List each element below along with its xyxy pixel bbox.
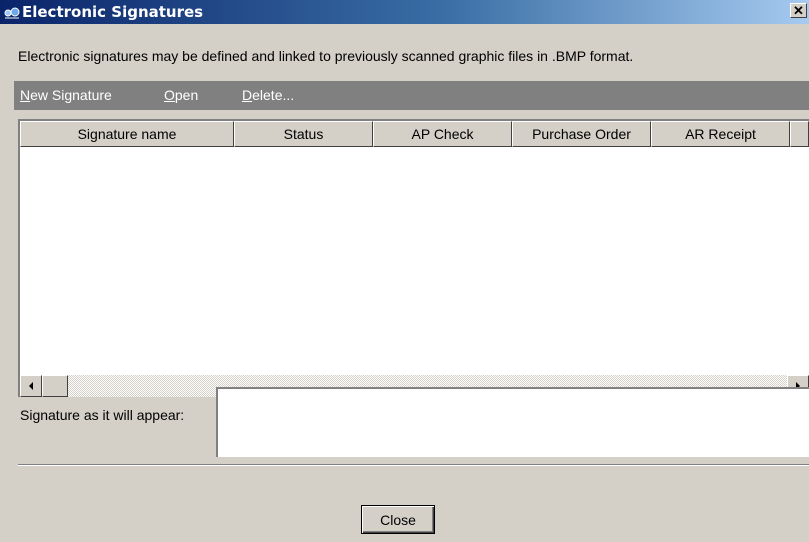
column-header-purchase-order[interactable]: Purchase Order bbox=[512, 121, 651, 147]
toolbar-menu: New Signature Open Delete... bbox=[14, 81, 809, 110]
title-bar: Electronic Signatures ✕ bbox=[0, 0, 809, 24]
column-header-ar-receipt[interactable]: AR Receipt bbox=[651, 121, 790, 147]
scroll-left-button[interactable] bbox=[20, 375, 42, 397]
separator-line bbox=[18, 464, 809, 466]
electronic-signatures-app-icon bbox=[4, 7, 20, 19]
signature-preview-label: Signature as it will appear: bbox=[20, 407, 185, 423]
scroll-left-arrow-icon bbox=[29, 382, 33, 390]
close-button[interactable]: Close bbox=[361, 505, 435, 534]
new-signature-label: ew Signature bbox=[30, 87, 112, 103]
close-icon: ✕ bbox=[793, 3, 804, 18]
signature-preview-box bbox=[216, 387, 809, 457]
open-mnemonic: O bbox=[164, 87, 175, 103]
signature-list[interactable]: Signature name Status AP Check Purchase … bbox=[18, 119, 809, 397]
column-header-signature-name[interactable]: Signature name bbox=[20, 121, 234, 147]
delete-mnemonic: D bbox=[242, 87, 253, 103]
window-title: Electronic Signatures bbox=[22, 3, 204, 21]
description-text: Electronic signatures may be defined and… bbox=[18, 48, 634, 64]
open-menu-item[interactable]: Open bbox=[164, 87, 198, 104]
column-header-status[interactable]: Status bbox=[234, 121, 373, 147]
delete-menu-item[interactable]: Delete... bbox=[242, 87, 294, 104]
new-signature-mnemonic: N bbox=[20, 87, 31, 103]
column-header-overflow[interactable] bbox=[790, 121, 809, 147]
column-header-row: Signature name Status AP Check Purchase … bbox=[20, 121, 809, 147]
close-window-button[interactable]: ✕ bbox=[790, 3, 807, 18]
column-header-ap-check[interactable]: AP Check bbox=[373, 121, 512, 147]
delete-label: elete... bbox=[252, 87, 295, 103]
new-signature-menu-item[interactable]: New Signature bbox=[20, 87, 112, 104]
scroll-thumb[interactable] bbox=[42, 375, 68, 397]
open-label: pen bbox=[174, 87, 199, 103]
